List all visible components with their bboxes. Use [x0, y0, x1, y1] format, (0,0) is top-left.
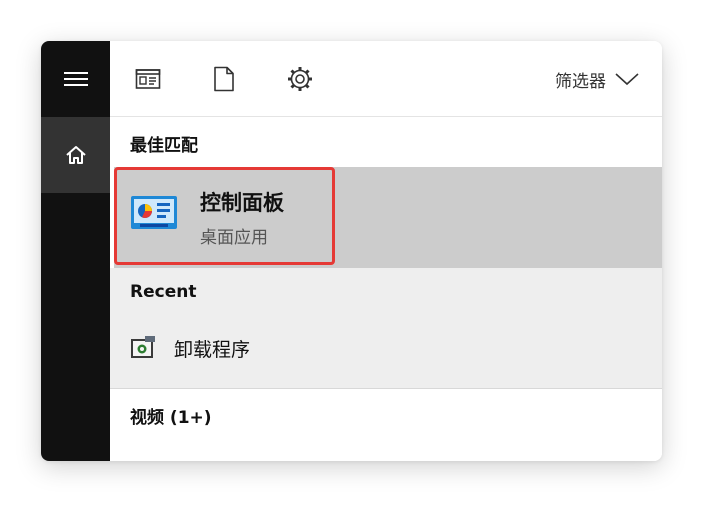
settings-icon: [288, 67, 312, 91]
filter-label: 筛选器: [555, 71, 606, 92]
recent-header: Recent: [130, 282, 197, 302]
search-window: 筛选器 最佳匹配 控制面板 桌面应用 Recent 卸载程序 视频 (1+): [41, 41, 662, 461]
hamburger-menu-icon: [63, 72, 88, 86]
result-subtitle: 桌面应用: [200, 228, 268, 248]
videos-header: 视频 (1+): [130, 408, 212, 428]
search-results-panel: 筛选器 最佳匹配 控制面板 桌面应用 Recent 卸载程序 视频 (1+): [110, 41, 662, 461]
filter-dropdown[interactable]: 筛选器: [555, 63, 640, 95]
home-icon: [65, 146, 86, 164]
recent-item-uninstall[interactable]: 卸载程序: [110, 318, 662, 378]
apps-icon: [135, 69, 161, 89]
best-match-section: 最佳匹配: [110, 117, 662, 167]
settings-filter-button[interactable]: [284, 63, 316, 95]
documents-filter-button[interactable]: [208, 63, 240, 95]
home-button[interactable]: [41, 117, 110, 193]
best-match-result[interactable]: 控制面板 桌面应用: [114, 167, 662, 268]
result-title: 控制面板: [200, 191, 284, 215]
videos-section[interactable]: 视频 (1+): [110, 389, 662, 461]
left-rail: [41, 41, 110, 461]
recent-section: Recent 卸载程序: [110, 268, 662, 388]
toolbar: 筛选器: [110, 41, 662, 117]
control-panel-icon: [130, 194, 178, 236]
apps-filter-button[interactable]: [132, 63, 164, 95]
chevron-down-icon: [615, 73, 639, 86]
documents-icon: [214, 66, 234, 92]
best-match-header: 最佳匹配: [130, 136, 198, 156]
menu-button[interactable]: [41, 41, 110, 117]
uninstall-program-icon: [130, 336, 156, 364]
recent-item-label: 卸载程序: [174, 339, 251, 361]
